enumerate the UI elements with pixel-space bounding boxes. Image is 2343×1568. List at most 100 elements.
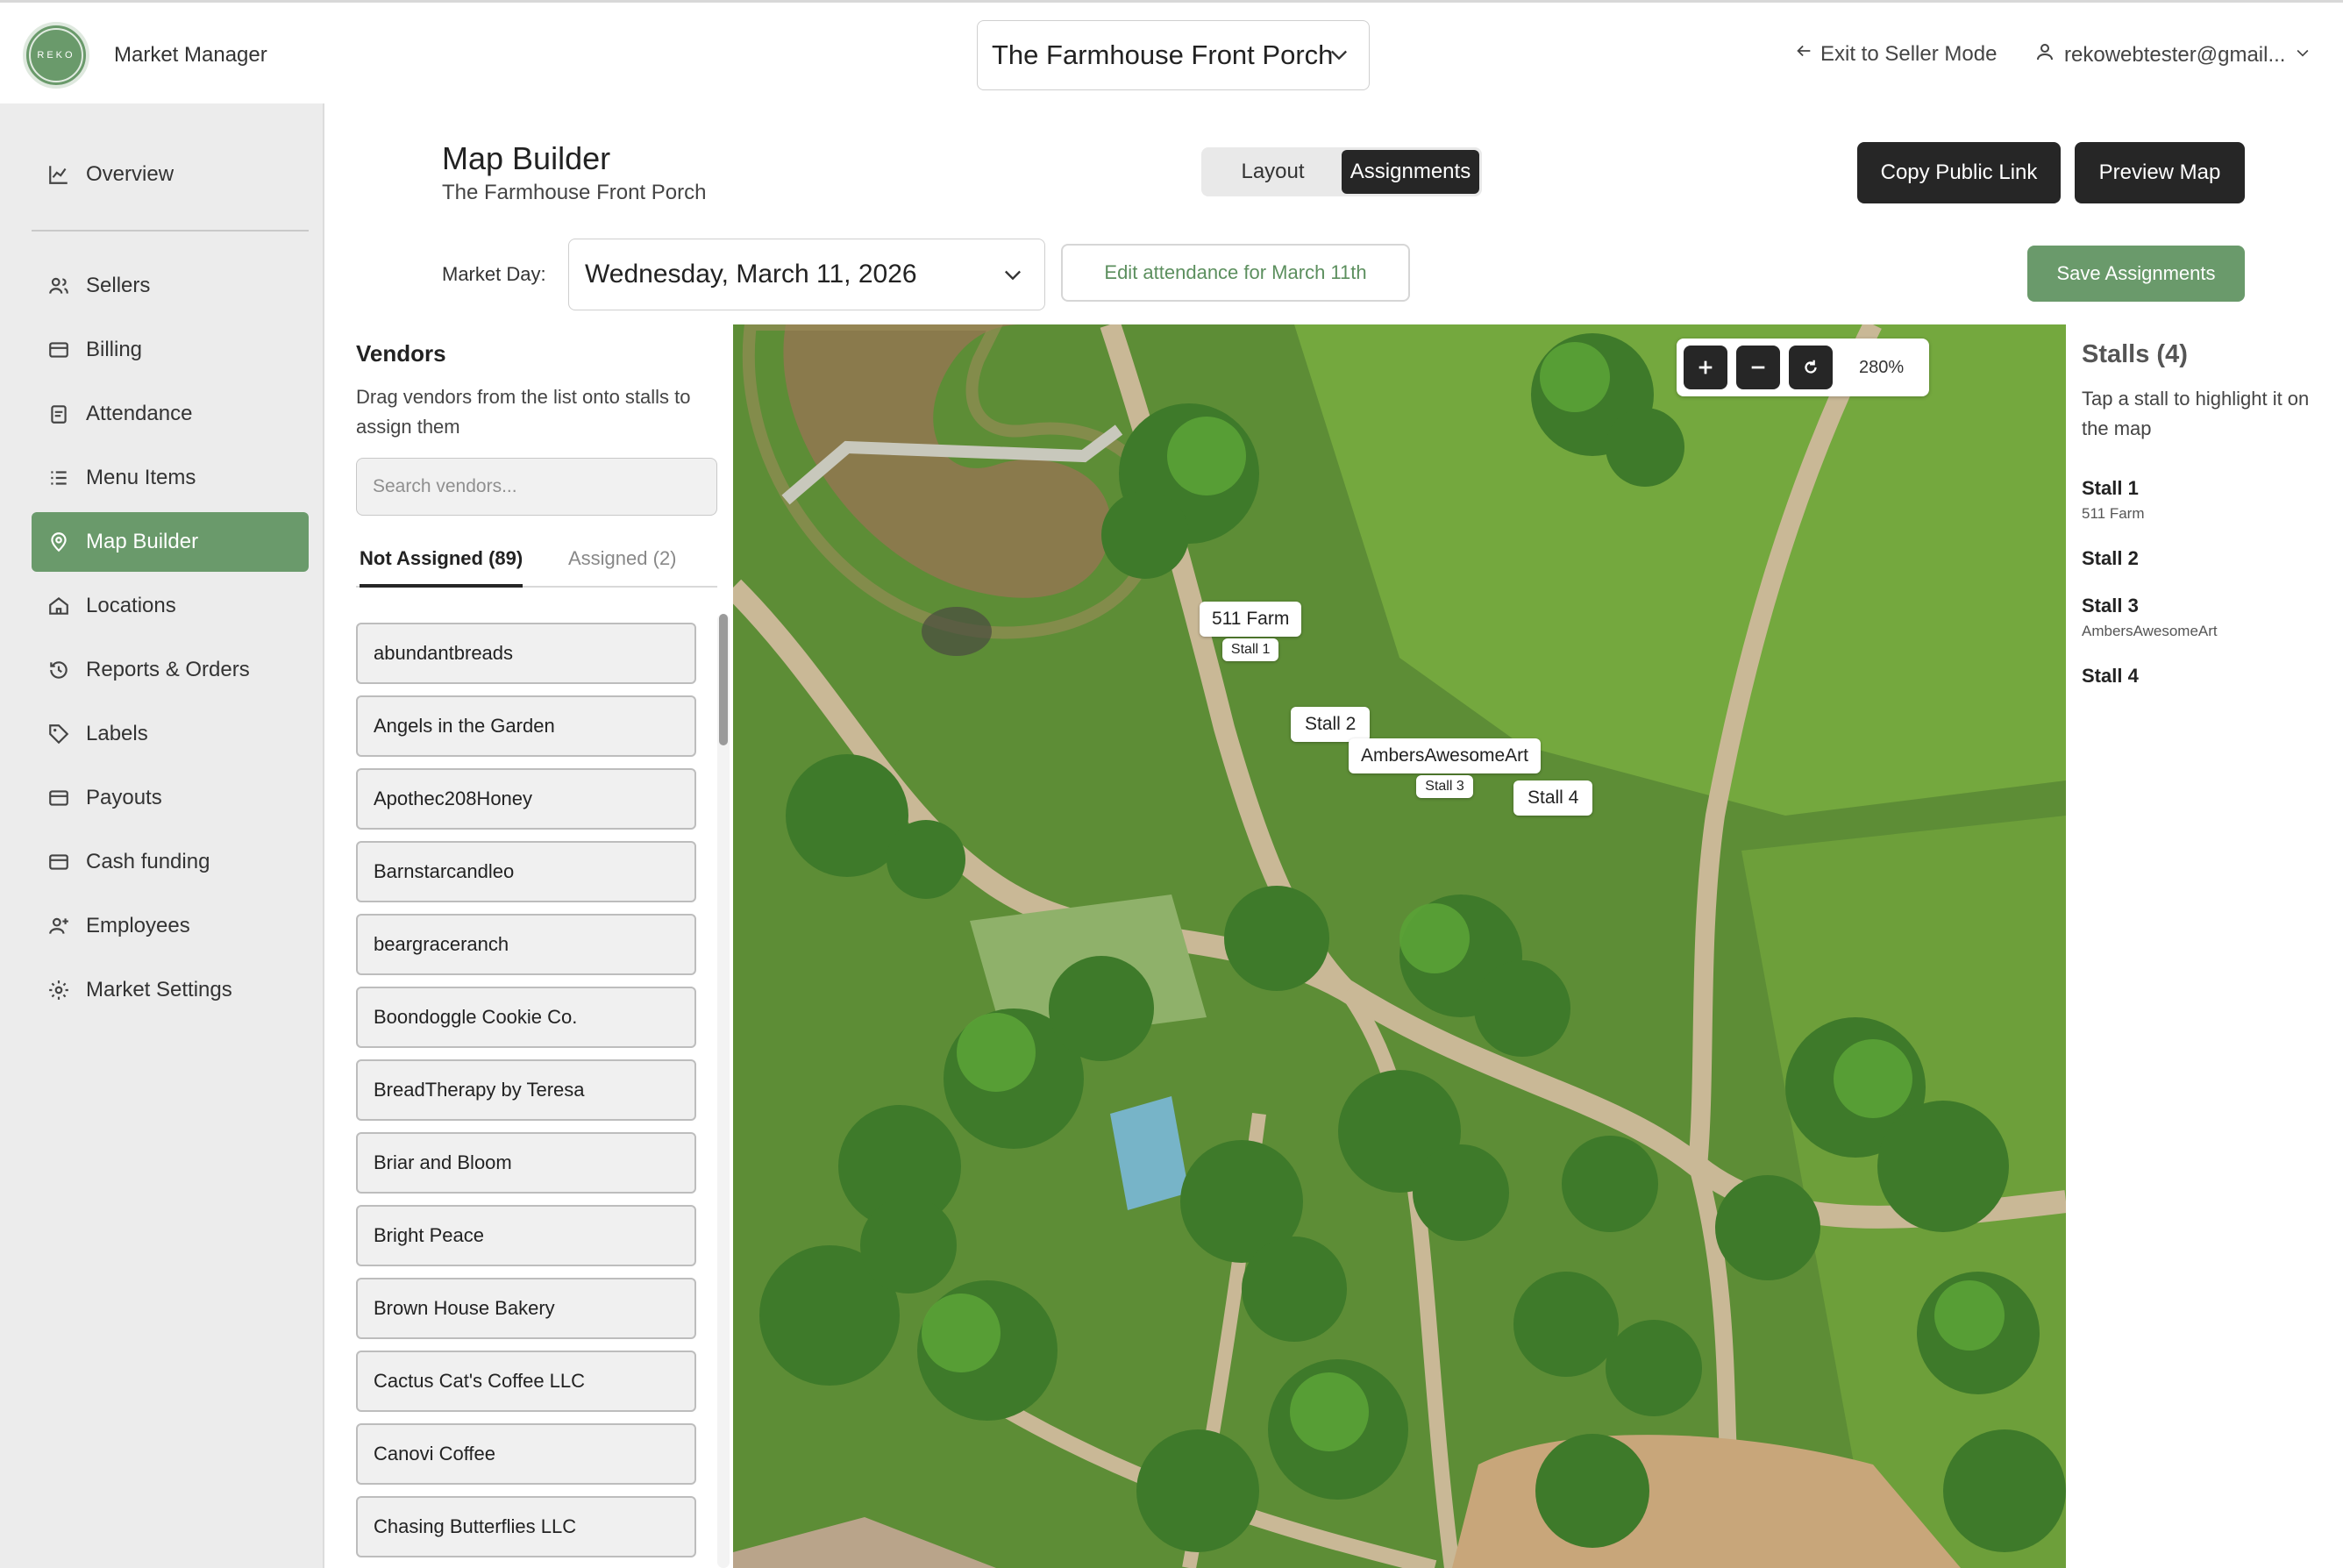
exit-seller-mode-link[interactable]: Exit to Seller Mode [1794, 41, 1997, 67]
sidebar: Overview Sellers Billing Attendance Menu… [0, 103, 324, 1568]
stalls-heading: Stalls (4) [2082, 340, 2188, 368]
market-day-select[interactable]: Wednesday, March 11, 2026 [568, 239, 1045, 310]
reset-zoom-button[interactable] [1789, 346, 1833, 389]
sidebar-item-label: Employees [86, 914, 190, 937]
vendors-heading: Vendors [356, 340, 446, 367]
vendor-list: abundantbreads Angels in the Garden Apot… [356, 614, 737, 1568]
sidebar-item-market-settings[interactable]: Market Settings [32, 960, 309, 1020]
sidebar-item-cash-funding[interactable]: Cash funding [32, 832, 309, 892]
scrollbar-thumb[interactable] [719, 614, 728, 745]
aerial-map-image [733, 324, 2066, 1568]
sidebar-item-label: Overview [86, 162, 174, 186]
user-plus-icon [47, 915, 70, 937]
market-selector[interactable]: The Farmhouse Front Porch [977, 20, 1370, 90]
vendor-card[interactable]: Chasing Butterflies LLC [356, 1496, 696, 1557]
sidebar-item-label: Sellers [86, 274, 151, 297]
sidebar-item-billing[interactable]: Billing [32, 320, 309, 380]
sidebar-item-label: Payouts [86, 786, 162, 809]
tab-layout[interactable]: Layout [1204, 150, 1342, 194]
vendor-card[interactable]: Angels in the Garden [356, 695, 696, 757]
credit-card-icon [47, 851, 70, 873]
list-icon [47, 467, 70, 489]
sidebar-item-label: Labels [86, 722, 148, 745]
page-title: Map Builder [442, 140, 611, 176]
tab-assigned[interactable]: Assigned (2) [568, 547, 677, 584]
chart-line-icon [47, 163, 70, 186]
sidebar-divider [32, 230, 309, 232]
arrow-left-icon [1794, 41, 1813, 67]
chevron-down-icon [1001, 262, 1025, 294]
stall-list-item[interactable]: Stall 4 [2082, 665, 2139, 688]
stall-name: Stall 4 [2082, 665, 2139, 687]
sidebar-item-map-builder[interactable]: Map Builder [32, 512, 309, 572]
copy-public-link-button[interactable]: Copy Public Link [1857, 142, 2061, 203]
tab-not-assigned[interactable]: Not Assigned (89) [360, 547, 523, 588]
zoom-in-button[interactable] [1684, 346, 1727, 389]
user-menu[interactable]: rekowebtester@gmail... [2034, 41, 2311, 68]
preview-map-button[interactable]: Preview Map [2075, 142, 2245, 203]
edit-attendance-button[interactable]: Edit attendance for March 11th [1061, 244, 1410, 302]
save-assignments-button[interactable]: Save Assignments [2027, 246, 2245, 302]
page-subtitle: The Farmhouse Front Porch [442, 181, 707, 204]
vendor-card[interactable]: Canovi Coffee [356, 1423, 696, 1485]
scrollbar-track[interactable] [717, 614, 730, 1568]
stall-marker-3[interactable]: AmbersAwesomeArt Stall 3 [1349, 738, 1542, 798]
sidebar-item-payouts[interactable]: Payouts [32, 768, 309, 828]
sidebar-item-label: Market Settings [86, 978, 232, 1001]
sidebar-item-label: Locations [86, 594, 176, 617]
zoom-out-button[interactable] [1736, 346, 1780, 389]
map-canvas[interactable]: 280% 511 Farm Stall 1 Stall 2 AmbersAwes… [733, 324, 2066, 1568]
sidebar-item-attendance[interactable]: Attendance [32, 384, 309, 444]
sidebar-item-menu-items[interactable]: Menu Items [32, 448, 309, 508]
tab-assignments[interactable]: Assignments [1342, 150, 1479, 194]
sidebar-item-employees[interactable]: Employees [32, 896, 309, 956]
logo-text: REKO [29, 28, 83, 82]
stall-list-item[interactable]: Stall 2 [2082, 547, 2139, 570]
stall-name-label: Stall 1 [1221, 638, 1279, 661]
chevron-down-icon [2294, 43, 2311, 68]
sidebar-item-sellers[interactable]: Sellers [32, 256, 309, 316]
app-title: Market Manager [114, 43, 267, 67]
vendor-card[interactable]: BreadTherapy by Teresa [356, 1059, 696, 1121]
reset-icon [1805, 360, 1817, 374]
home-icon [47, 595, 70, 617]
vendor-card[interactable]: beargraceranch [356, 914, 696, 975]
exit-seller-mode-label: Exit to Seller Mode [1820, 41, 1998, 66]
search-vendors-input[interactable] [356, 458, 717, 516]
sidebar-item-locations[interactable]: Locations [32, 576, 309, 636]
stall-list-item[interactable]: Stall 3 AmbersAwesomeArt [2082, 595, 2218, 640]
vendor-card[interactable]: Apothec208Honey [356, 768, 696, 830]
stall-name: Stall 1 [2082, 477, 2139, 499]
stall-name: Stall 3 [2082, 595, 2139, 617]
stall-name: Stall 2 [2082, 547, 2139, 569]
sidebar-item-label: Menu Items [86, 466, 196, 489]
stall-marker-1[interactable]: 511 Farm Stall 1 [1200, 602, 1302, 661]
sidebar-item-label: Attendance [86, 402, 193, 425]
stall-vendor: 511 Farm [2082, 505, 2145, 522]
reko-logo[interactable]: REKO [23, 22, 89, 89]
stall-vendor-label: AmbersAwesomeArt [1349, 738, 1542, 773]
vendor-card[interactable]: Briar and Bloom [356, 1132, 696, 1194]
sidebar-item-label: Reports & Orders [86, 658, 250, 681]
sidebar-item-labels[interactable]: Labels [32, 704, 309, 764]
sidebar-item-overview[interactable]: Overview [32, 145, 309, 204]
vendor-card[interactable]: Brown House Bakery [356, 1278, 696, 1339]
vendor-card[interactable]: Boondoggle Cookie Co. [356, 987, 696, 1048]
zoom-controls: 280% [1677, 339, 1929, 396]
vendor-card[interactable]: abundantbreads [356, 623, 696, 684]
vendor-card[interactable]: Barnstarcandleo [356, 841, 696, 902]
stall-list-item[interactable]: Stall 1 511 Farm [2082, 477, 2145, 523]
vendor-card[interactable]: Cactus Cat's Coffee LLC [356, 1351, 696, 1412]
stall-name-label: Stall 2 [1291, 707, 1371, 742]
stalls-help-text: Tap a stall to highlight it on the map [2082, 388, 2310, 439]
vendor-card[interactable]: Bright Peace [356, 1205, 696, 1266]
credit-card-icon [47, 339, 70, 361]
sidebar-item-reports-orders[interactable]: Reports & Orders [32, 640, 309, 700]
stall-name-label: Stall 4 [1513, 780, 1593, 816]
zoom-level: 280% [1859, 357, 1905, 377]
stall-name-label: Stall 3 [1416, 775, 1473, 798]
stall-marker-2[interactable]: Stall 2 [1291, 707, 1371, 742]
stall-marker-4[interactable]: Stall 4 [1513, 780, 1593, 816]
vendors-help-text: Drag vendors from the list onto stalls t… [356, 386, 691, 438]
stall-vendor-label: 511 Farm [1200, 602, 1302, 637]
